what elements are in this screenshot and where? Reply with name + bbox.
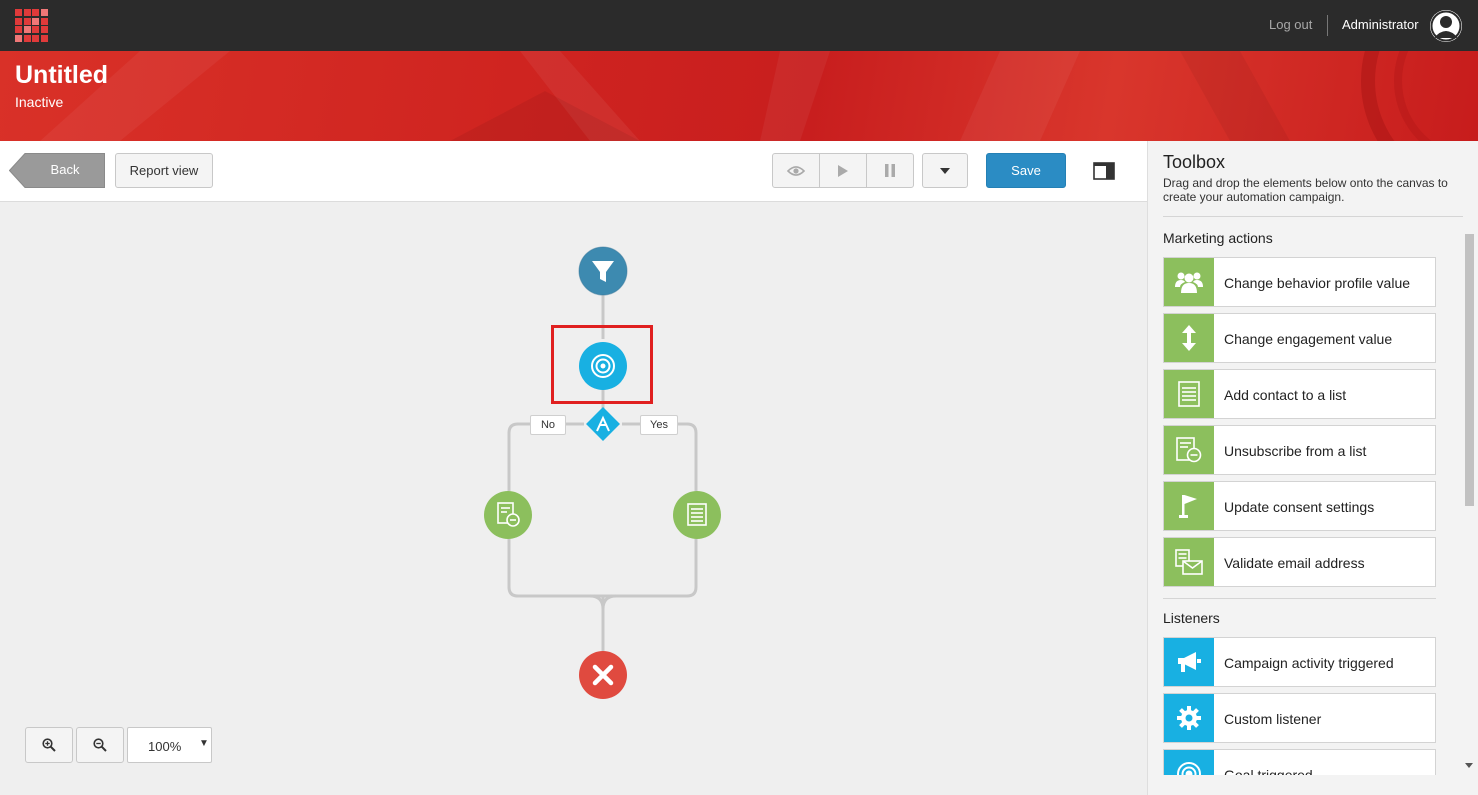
tool-label: Validate email address [1224,555,1365,571]
tool-add-contact-to-list[interactable]: Add contact to a list [1163,369,1436,419]
campaign-header: Untitled Inactive [0,51,1478,141]
tool-label: Campaign activity triggered [1224,655,1394,671]
tool-campaign-activity-triggered[interactable]: Campaign activity triggered [1163,637,1436,687]
list-remove-icon [1164,426,1214,474]
scroll-down-arrow-icon[interactable] [1464,763,1474,769]
more-options-dropdown[interactable] [922,153,968,188]
tool-label: Change engagement value [1224,331,1393,347]
back-button[interactable]: Back [9,153,105,188]
workflow-diagram [484,246,721,699]
tool-change-engagement-value[interactable]: Change engagement value [1163,313,1436,363]
tool-label: Add contact to a list [1224,387,1347,403]
back-button-label: Back [50,162,80,177]
zoom-level-value: 100% [148,739,182,754]
email-validate-icon [1164,538,1214,586]
workflow-canvas[interactable]: No Yes [0,202,1147,795]
header-decoration [40,51,1432,141]
user-name[interactable]: Administrator [1342,17,1419,32]
entry-node[interactable] [578,246,628,296]
panel-toggle-icon [1093,162,1115,180]
unsubscribe-node[interactable] [484,491,532,539]
app-logo[interactable] [15,9,48,42]
zoom-in-icon [42,738,56,752]
toolbox-scrollbar[interactable] [1463,221,1475,771]
toggle-panel-button[interactable] [1093,162,1115,180]
tool-label: Update consent settings [1224,499,1375,515]
branch-yes-label: Yes [640,415,678,435]
tool-label: Unsubscribe from a list [1224,443,1367,459]
save-button-label: Save [1011,163,1041,178]
tool-update-consent-settings[interactable]: Update consent settings [1163,481,1436,531]
divider [1163,598,1436,599]
up-down-arrow-icon [1164,314,1214,362]
marketing-actions-heading: Marketing actions [1163,230,1273,246]
tool-unsubscribe-from-list[interactable]: Unsubscribe from a list [1163,425,1436,475]
top-bar: Log out Administrator [0,0,1478,51]
end-node[interactable] [579,651,627,699]
zoom-in-button[interactable] [25,727,73,763]
caret-down-icon [940,167,950,174]
logout-link[interactable]: Log out [1269,17,1312,32]
avatar[interactable] [1430,10,1462,42]
add-to-list-node[interactable] [673,491,721,539]
zoom-out-icon [93,738,107,752]
scrollbar-thumb[interactable] [1465,234,1474,506]
goal-node[interactable] [579,342,627,390]
flag-icon [1164,482,1214,530]
tool-change-behavior-profile-value[interactable]: Change behavior profile value [1163,257,1436,307]
toolbox-title: Toolbox [1163,152,1226,172]
eye-icon [787,165,805,176]
listeners-heading: Listeners [1163,610,1220,626]
campaign-status: Inactive [15,94,64,110]
zoom-level-select[interactable]: 100% ▼ [127,727,212,763]
pause-icon [885,164,895,177]
decision-node[interactable] [586,407,620,441]
report-view-label: Report view [129,163,199,178]
users-icon [1164,258,1214,306]
divider [1327,15,1328,36]
report-view-button[interactable]: Report view [115,153,213,188]
tool-label: Custom listener [1224,711,1322,727]
divider [1163,216,1463,217]
preview-button[interactable] [772,153,820,188]
toolbox-description: Drag and drop the elements below onto th… [1163,176,1448,204]
branch-no-label: No [530,415,566,435]
page-title: Untitled [15,61,109,89]
zoom-out-button[interactable] [76,727,124,763]
caret-down-icon: ▼ [199,738,209,749]
list-icon [1164,370,1214,418]
tool-validate-email-address[interactable]: Validate email address [1163,537,1436,587]
tool-goal-triggered[interactable]: Goal triggered [1163,749,1436,775]
toolbox-panel: Toolbox Drag and drop the elements below… [1147,141,1478,795]
megaphone-icon [1164,638,1214,686]
save-button[interactable]: Save [986,153,1066,188]
tool-custom-listener[interactable]: Custom listener [1163,693,1436,743]
play-icon [838,164,848,177]
gear-icon [1164,694,1214,742]
tool-label: Change behavior profile value [1224,275,1411,291]
tool-label: Goal triggered [1224,767,1313,775]
toolbar: Back Report view Save [0,141,1147,202]
activate-button[interactable] [819,153,867,188]
pause-button[interactable] [866,153,914,188]
target-icon [1164,750,1214,775]
